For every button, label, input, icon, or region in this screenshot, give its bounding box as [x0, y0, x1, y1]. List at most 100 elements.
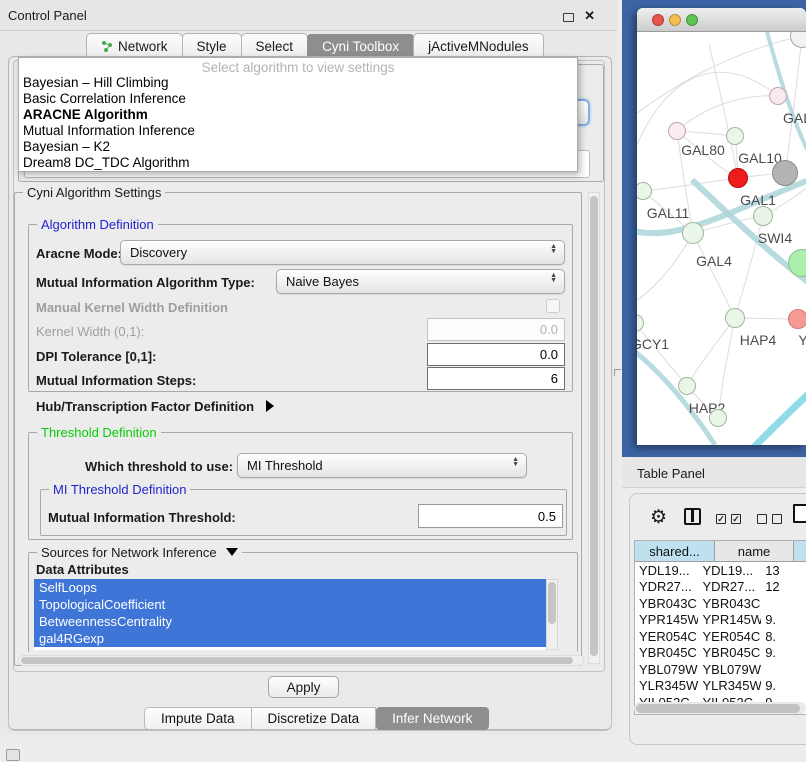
tab-label: Cyni Toolbox [322, 39, 399, 54]
attribute-item[interactable]: BetweennessCentrality [34, 613, 546, 630]
tab-jactivemnodules[interactable]: jActiveMNodules [413, 33, 544, 58]
network-window[interactable]: GALGAL80GAL10GAL1GAL11SWI4GAL4HAP4YGCY1H… [637, 8, 806, 445]
network-node-hap4[interactable] [725, 308, 745, 328]
algorithm-option[interactable]: Bayesian – Hill Climbing [19, 75, 577, 91]
tab-style[interactable]: Style [182, 33, 242, 58]
float-window-icon[interactable] [563, 13, 574, 22]
column-header-name[interactable]: name [715, 541, 794, 561]
settings-vertical-scrollbar[interactable] [588, 192, 600, 664]
tab-label: Style [197, 39, 227, 54]
network-node-gal4[interactable] [682, 222, 704, 244]
attribute-item[interactable]: SelfLoops [34, 579, 546, 596]
kernel-width-input[interactable]: 0.0 [427, 318, 565, 341]
table-cell: YER054C [698, 629, 761, 644]
combo-arrows-icon: ▲▼ [550, 244, 557, 254]
collapse-arrow-icon[interactable] [226, 548, 238, 556]
table-cell: 9. [761, 678, 806, 693]
table-cell: 9. [761, 645, 806, 660]
tab-network[interactable]: Network [86, 33, 183, 58]
network-icon [101, 40, 113, 52]
column-header-shared...[interactable]: shared... [635, 541, 715, 561]
apply-label: Apply [287, 680, 321, 695]
table-row[interactable]: YBL079WYBL079W [635, 661, 806, 678]
network-window-titlebar[interactable] [637, 8, 806, 32]
table-row[interactable]: YPR145WYPR145W9. [635, 612, 806, 629]
popup-items: Bayesian – Hill ClimbingBasic Correlatio… [19, 75, 577, 171]
table-rows: YDL19...YDL19...13YDR27...YDR27...12YBR0… [635, 562, 806, 711]
table-row[interactable]: YDL19...YDL19...13 [635, 562, 806, 579]
table-row[interactable]: YDR27...YDR27...12 [635, 579, 806, 596]
network-node[interactable] [772, 160, 798, 186]
network-node-hap2[interactable] [678, 377, 696, 395]
which-threshold-label: Which threshold to use: [85, 459, 233, 474]
tab-cyni-toolbox[interactable]: Cyni Toolbox [307, 34, 414, 58]
checkbox-checked-icon[interactable]: ✓ [731, 514, 741, 524]
network-node-gal10[interactable] [726, 127, 744, 145]
data-attributes-list[interactable]: SelfLoopsTopologicalCoefficientBetweenne… [34, 579, 546, 650]
tab-select[interactable]: Select [241, 33, 309, 58]
close-icon[interactable]: ✕ [584, 8, 595, 24]
settings-horizontal-scrollbar[interactable] [18, 655, 584, 666]
algorithm-option[interactable]: Mutual Information Inference [19, 123, 577, 139]
gear-icon[interactable]: ⚙ [650, 506, 667, 529]
hub-definition-label[interactable]: Hub/Transcription Factor Definition [36, 399, 274, 414]
dock-panel-icon[interactable] [6, 749, 20, 761]
network-node-gal80[interactable] [668, 122, 686, 140]
node-label: GAL [783, 110, 806, 126]
dpi-tolerance-value: 0.0 [540, 347, 558, 362]
algorithm-option[interactable]: Basic Correlation Inference [19, 91, 577, 107]
panel-resize-grip[interactable] [614, 369, 621, 376]
algorithm-option[interactable]: ARACNE Algorithm [19, 107, 577, 123]
table-cell: 12 [761, 579, 806, 594]
control-panel-titlebar [0, 0, 617, 31]
mi-type-combo[interactable]: Naive Bayes ▲▼ [276, 269, 565, 294]
sources-title: Sources for Network Inference [37, 545, 242, 560]
cyni-settings-title: Cyni Algorithm Settings [23, 185, 165, 200]
columns-icon[interactable] [684, 508, 701, 525]
mi-threshold-label: Mutual Information Threshold: [48, 510, 236, 525]
window-zoom-icon[interactable] [686, 14, 698, 26]
window-close-icon[interactable] [652, 14, 664, 26]
manual-kernel-checkbox[interactable] [546, 299, 560, 313]
checkbox-unchecked-icon[interactable] [757, 514, 767, 524]
checkbox-checked-icon[interactable]: ✓ [716, 514, 726, 524]
popup-placeholder: Select algorithm to view settings [19, 58, 577, 75]
which-threshold-combo[interactable]: MI Threshold ▲▼ [237, 453, 527, 478]
network-node-gal[interactable] [769, 87, 787, 105]
document-icon[interactable] [793, 504, 806, 523]
window-minimize-icon[interactable] [669, 14, 681, 26]
attributes-scrollbar[interactable] [546, 579, 558, 650]
table-cell: YPR145W [635, 612, 698, 627]
expand-arrow-icon[interactable] [266, 400, 274, 412]
network-node-gal1[interactable] [728, 168, 748, 188]
hub-definition-text: Hub/Transcription Factor Definition [36, 399, 254, 414]
table-row[interactable]: YBR045CYBR045C9. [635, 645, 806, 662]
network-canvas[interactable]: GALGAL80GAL10GAL1GAL11SWI4GAL4HAP4YGCY1H… [637, 32, 806, 445]
attribute-item[interactable]: TopologicalCoefficient [34, 596, 546, 613]
network-node[interactable] [709, 409, 727, 427]
apply-button[interactable]: Apply [268, 676, 339, 698]
algorithm-option[interactable]: Bayesian – K2 [19, 139, 577, 155]
table-cell: YDL19... [635, 563, 698, 578]
table-cell: YBL079W [635, 662, 698, 677]
network-node-y[interactable] [788, 309, 806, 329]
tab-label: Select [256, 39, 294, 54]
aracne-mode-label: Aracne Mode: [36, 246, 122, 261]
dpi-tolerance-input[interactable]: 0.0 [427, 343, 565, 366]
mi-type-value: Naive Bayes [286, 274, 359, 289]
attribute-item[interactable]: gal4RGexp [34, 630, 546, 647]
table-row[interactable]: YER054CYER054C8. [635, 628, 806, 645]
mi-steps-input[interactable]: 6 [427, 367, 565, 390]
table-panel-title: Table Panel [637, 466, 705, 481]
aracne-mode-combo[interactable]: Discovery ▲▼ [120, 240, 565, 265]
network-node-swi4[interactable] [753, 206, 773, 226]
table-horizontal-scrollbar[interactable] [634, 702, 806, 714]
column-header-extra[interactable] [794, 541, 806, 561]
checkbox-unchecked-icon[interactable] [772, 514, 782, 524]
table-row[interactable]: YBR043CYBR043C [635, 595, 806, 612]
algorithm-option[interactable]: Dream8 DC_TDC Algorithm [19, 155, 577, 171]
control-panel-title: Control Panel [8, 8, 87, 23]
node-table[interactable]: shared...name YDL19...YDL19...13YDR27...… [634, 540, 806, 715]
table-row[interactable]: YLR345WYLR345W9. [635, 678, 806, 695]
mi-threshold-input[interactable]: 0.5 [418, 504, 563, 528]
